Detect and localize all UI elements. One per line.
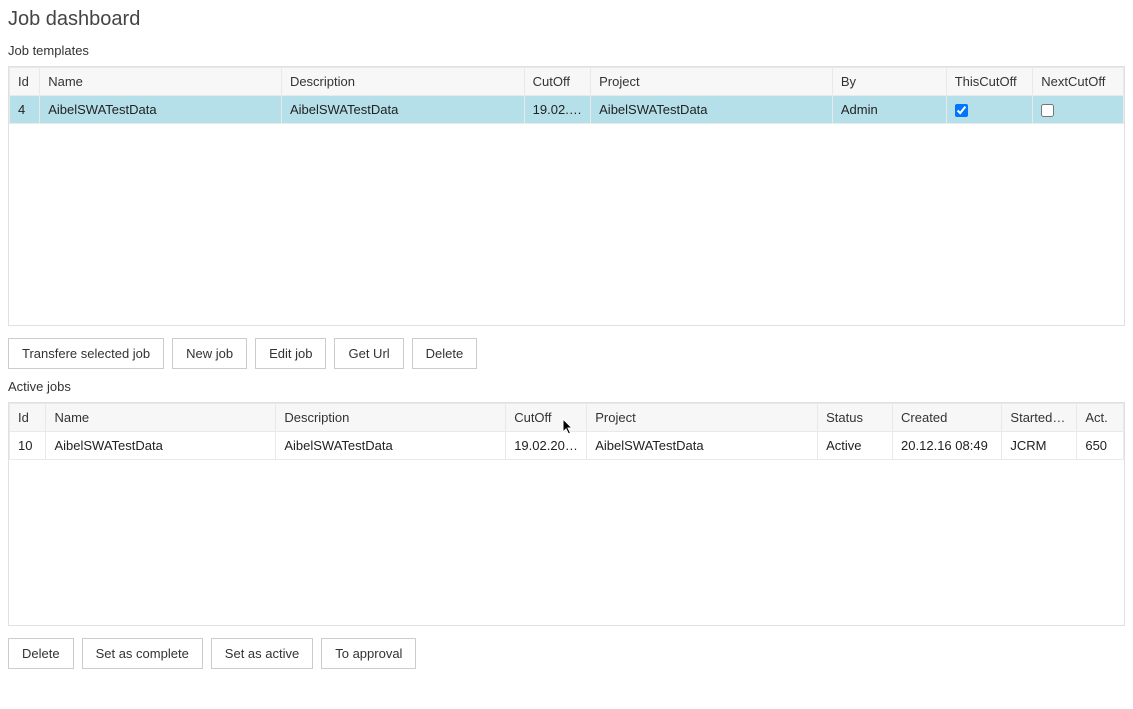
delete-template-button[interactable]: Delete: [412, 338, 478, 369]
table-row[interactable]: 10 AibelSWATestData AibelSWATestData 19.…: [10, 432, 1124, 460]
col-description[interactable]: Description: [281, 68, 524, 96]
delete-active-button[interactable]: Delete: [8, 638, 74, 669]
cell-startedby: JCRM: [1002, 432, 1077, 460]
active-jobs-grid: Id Name Description CutOff Project Statu…: [8, 402, 1125, 626]
job-templates-grid: Id Name Description CutOff Project By Th…: [8, 66, 1125, 326]
cell-project: AibelSWATestData: [587, 432, 818, 460]
col-cutoff[interactable]: CutOff: [506, 404, 587, 432]
cell-description: AibelSWATestData: [276, 432, 506, 460]
nextcutoff-checkbox[interactable]: [1041, 104, 1054, 117]
cell-id: 4: [10, 96, 40, 124]
set-as-complete-button[interactable]: Set as complete: [82, 638, 203, 669]
set-as-active-button[interactable]: Set as active: [211, 638, 313, 669]
active-jobs-label: Active jobs: [8, 379, 1125, 394]
cell-name: AibelSWATestData: [46, 432, 276, 460]
cell-cutoff: 19.02.2012: [506, 432, 587, 460]
cell-description: AibelSWATestData: [281, 96, 524, 124]
cell-created: 20.12.16 08:49: [893, 432, 1002, 460]
col-description[interactable]: Description: [276, 404, 506, 432]
edit-job-button[interactable]: Edit job: [255, 338, 326, 369]
col-startedby[interactable]: Started by: [1002, 404, 1077, 432]
cell-by: Admin: [832, 96, 946, 124]
thiscutoff-checkbox[interactable]: [955, 104, 968, 117]
col-nextcutoff[interactable]: NextCutOff: [1033, 68, 1124, 96]
table-row[interactable]: 4 AibelSWATestData AibelSWATestData 19.0…: [10, 96, 1124, 124]
get-url-button[interactable]: Get Url: [334, 338, 403, 369]
col-created[interactable]: Created: [893, 404, 1002, 432]
col-project[interactable]: Project: [587, 404, 818, 432]
cell-name: AibelSWATestData: [40, 96, 282, 124]
templates-button-row: Transfere selected job New job Edit job …: [8, 338, 1125, 369]
col-name[interactable]: Name: [46, 404, 276, 432]
active-header-row: Id Name Description CutOff Project Statu…: [10, 404, 1124, 432]
cell-cutoff: 19.02.12: [524, 96, 590, 124]
cell-nextcutoff: [1033, 96, 1124, 124]
col-status[interactable]: Status: [818, 404, 893, 432]
cell-project: AibelSWATestData: [591, 96, 833, 124]
active-button-row: Delete Set as complete Set as active To …: [8, 638, 1125, 669]
col-thiscutoff[interactable]: ThisCutOff: [946, 68, 1033, 96]
cell-id: 10: [10, 432, 46, 460]
col-name[interactable]: Name: [40, 68, 282, 96]
col-act[interactable]: Act.: [1077, 404, 1124, 432]
page-title: Job dashboard: [8, 8, 1125, 31]
col-id[interactable]: Id: [10, 68, 40, 96]
templates-header-row: Id Name Description CutOff Project By Th…: [10, 68, 1124, 96]
job-templates-label: Job templates: [8, 43, 1125, 58]
col-cutoff[interactable]: CutOff: [524, 68, 590, 96]
col-id[interactable]: Id: [10, 404, 46, 432]
col-project[interactable]: Project: [591, 68, 833, 96]
cell-thiscutoff: [946, 96, 1033, 124]
transfere-selected-job-button[interactable]: Transfere selected job: [8, 338, 164, 369]
new-job-button[interactable]: New job: [172, 338, 247, 369]
to-approval-button[interactable]: To approval: [321, 638, 416, 669]
cell-act: 650: [1077, 432, 1124, 460]
col-by[interactable]: By: [832, 68, 946, 96]
cell-status: Active: [818, 432, 893, 460]
